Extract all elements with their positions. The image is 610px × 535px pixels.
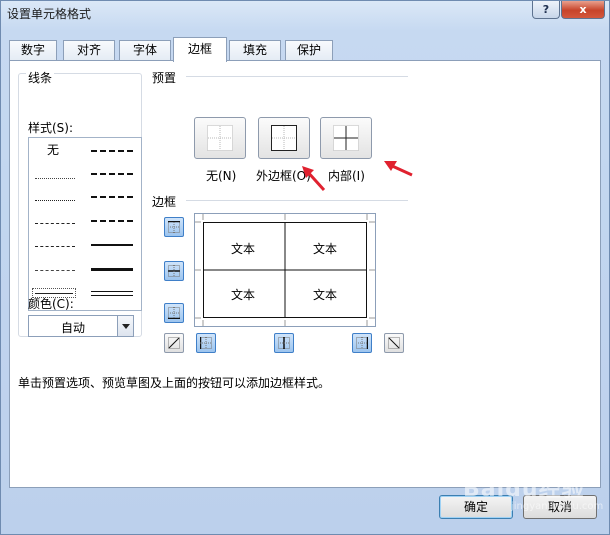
- border-inside-vertical-icon: [278, 337, 290, 349]
- tab-fill[interactable]: 填充: [229, 40, 281, 61]
- style-hair[interactable]: [35, 178, 75, 179]
- preset-inside-button[interactable]: [320, 117, 372, 159]
- border-title: 边框: [152, 195, 177, 209]
- border-inside-vertical-button[interactable]: [274, 333, 294, 353]
- dialog-content: 数字 对齐 字体 边框 填充 保护 线条 样式(S): 无 颜色(C): 自动 …: [9, 37, 601, 488]
- color-select[interactable]: 自动: [28, 315, 134, 337]
- style-double[interactable]: [91, 291, 133, 296]
- preview-cell-text: 文本: [231, 242, 256, 256]
- preset-outline-icon: [271, 125, 297, 151]
- border-right-button[interactable]: [352, 333, 372, 353]
- help-button[interactable]: ?: [532, 1, 560, 19]
- tab-protection[interactable]: 保护: [285, 40, 333, 61]
- border-inside-horizontal-button[interactable]: [164, 261, 184, 281]
- chevron-down-icon[interactable]: [117, 316, 133, 336]
- presets-divider: [186, 76, 408, 77]
- preset-none-text: 无(N): [206, 169, 237, 183]
- style-dash-dot[interactable]: [35, 246, 75, 247]
- diagonal-up-icon: [168, 337, 180, 349]
- tab-strip: 数字 对齐 字体 边框 填充 保护: [9, 37, 601, 62]
- preset-inside-label: 内部(I): [328, 169, 365, 183]
- preview-grid: [195, 214, 375, 326]
- border-diagonal-up-button[interactable]: [164, 333, 184, 353]
- preset-inside-icon: [333, 125, 359, 151]
- presets-title: 预置: [152, 71, 177, 85]
- style-thin[interactable]: [35, 293, 73, 294]
- style-dashed[interactable]: [35, 270, 75, 271]
- dialog-window: 设置单元格格式 ? x 数字 对齐 字体 边框 填充 保护 线条 样式(S): …: [0, 0, 610, 535]
- close-button[interactable]: x: [561, 1, 605, 19]
- border-diagonal-down-button[interactable]: [384, 333, 404, 353]
- border-divider: [186, 200, 408, 201]
- style-medium-dashed[interactable]: [91, 220, 133, 222]
- border-inside-horizontal-icon: [168, 265, 180, 277]
- tab-border[interactable]: 边框: [173, 37, 227, 62]
- border-top-icon: [168, 221, 180, 233]
- tab-alignment[interactable]: 对齐: [63, 40, 115, 61]
- style-medium-dash-dot-dot[interactable]: [91, 150, 133, 152]
- preview-cell-text: 文本: [313, 288, 338, 302]
- diagonal-down-icon: [388, 337, 400, 349]
- style-label: 样式(S):: [28, 121, 74, 135]
- border-left-icon: [200, 337, 212, 349]
- watermark: Baidu经验: [463, 477, 585, 502]
- style-dash-dot-dot[interactable]: [35, 223, 75, 224]
- style-none[interactable]: 无: [47, 141, 59, 158]
- style-medium[interactable]: [91, 244, 133, 246]
- border-top-button[interactable]: [164, 217, 184, 237]
- preview-cell-text: 文本: [313, 242, 338, 256]
- color-select-value: 自动: [60, 321, 85, 335]
- style-thick[interactable]: [91, 268, 133, 271]
- annotation-arrow-outline-icon: [302, 166, 326, 192]
- border-bottom-button[interactable]: [164, 303, 184, 323]
- color-label: 颜色(C):: [28, 297, 74, 311]
- preset-none-button[interactable]: [194, 117, 246, 159]
- watermark-url: jingyan.baidu.com: [511, 501, 604, 512]
- tab-number[interactable]: 数字: [9, 40, 57, 61]
- style-medium-dash-dot[interactable]: [91, 196, 133, 198]
- line-group-title: 线条: [26, 69, 55, 86]
- border-panel: 线条 样式(S): 无 颜色(C): 自动 预置 无(N) 外边框(O) 内部(…: [9, 60, 601, 488]
- style-dotted[interactable]: [35, 200, 75, 201]
- help-text: 单击预置选项、预览草图及上面的按钮可以添加边框样式。: [18, 376, 331, 390]
- border-left-button[interactable]: [196, 333, 216, 353]
- annotation-arrow-inside-icon: [384, 161, 413, 177]
- window-title: 设置单元格格式: [7, 7, 92, 21]
- preview-cell-text: 文本: [231, 288, 256, 302]
- line-style-list[interactable]: 无: [28, 137, 142, 311]
- border-right-icon: [356, 337, 368, 349]
- style-slant-dash-dot[interactable]: [91, 173, 133, 175]
- border-bottom-icon: [168, 307, 180, 319]
- preset-none-icon: [207, 125, 233, 151]
- border-preview[interactable]: 文本 文本 文本 文本: [194, 213, 376, 327]
- preset-outline-button[interactable]: [258, 117, 310, 159]
- title-bar[interactable]: 设置单元格格式 ? x: [1, 1, 609, 23]
- tab-font[interactable]: 字体: [119, 40, 171, 61]
- preset-none-label: 无(N): [206, 167, 236, 184]
